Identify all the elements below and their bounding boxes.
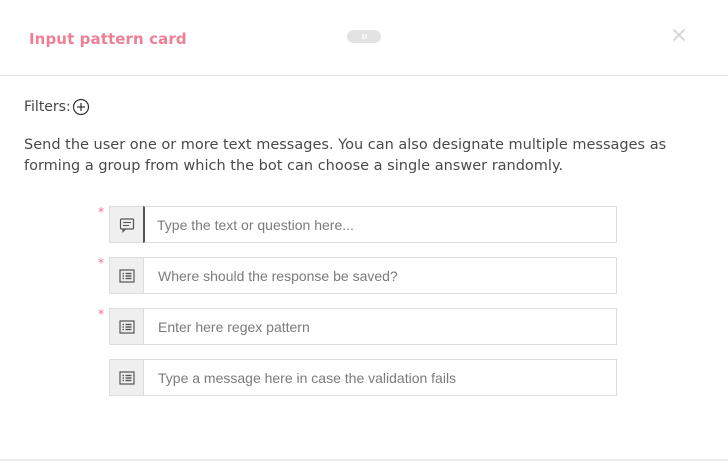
card-header: Input pattern card — [0, 0, 728, 76]
regex-pattern-input[interactable] — [143, 308, 617, 345]
required-marker: * — [98, 256, 104, 270]
list-icon — [109, 308, 143, 345]
footer-divider — [0, 459, 728, 461]
plus-circle-icon[interactable] — [72, 98, 90, 116]
filters-label: Filters: — [24, 99, 71, 115]
required-marker: * — [98, 307, 104, 321]
text-question-input[interactable] — [143, 206, 617, 243]
message-icon — [109, 206, 143, 243]
response-variable-input[interactable] — [143, 257, 617, 294]
list-icon — [109, 359, 143, 396]
list-icon — [109, 257, 143, 294]
text-question-field: * — [98, 206, 617, 243]
card-description: Send the user one or more text messages.… — [24, 137, 667, 174]
regex-pattern-field: * — [98, 308, 617, 345]
required-marker: * — [98, 205, 104, 219]
filters-bar: Filters: — [24, 97, 90, 117]
validation-message-input[interactable] — [143, 359, 617, 396]
response-variable-field: * — [98, 257, 617, 294]
drag-handle-icon[interactable] — [347, 30, 381, 43]
close-icon[interactable] — [668, 24, 690, 46]
validation-message-field — [109, 359, 617, 396]
card-title: Input pattern card — [29, 30, 187, 48]
